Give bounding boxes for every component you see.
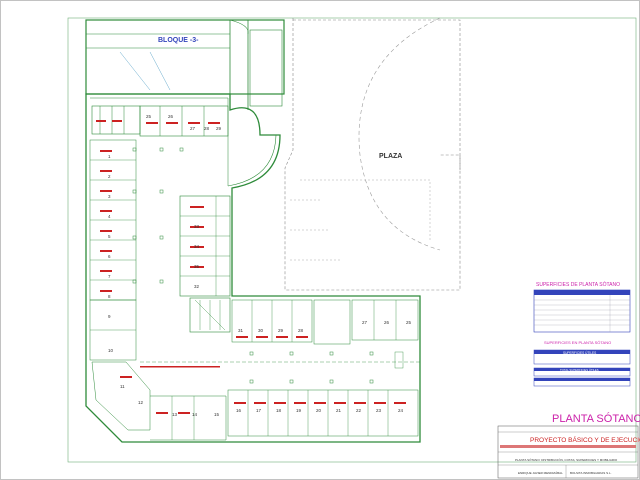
client-name: BOLSITA INMOBILIARIAS S.L.: [570, 471, 612, 475]
bay-number: 31: [238, 328, 244, 333]
bay-number: 20: [316, 408, 322, 413]
block-label: BLOQUE -3-: [158, 37, 199, 44]
bay-number: 35: [194, 264, 200, 269]
bay-number: 10: [108, 348, 114, 353]
bay-number: 14: [192, 412, 198, 417]
bay-number: 26: [168, 114, 174, 119]
bay-number: 11: [120, 384, 125, 389]
bay-number: 13: [172, 412, 178, 417]
bay-number: 29: [216, 126, 222, 131]
bay-number: 25: [146, 114, 152, 119]
bay-number: 24: [398, 408, 404, 413]
surfaces-title: SUPERFICIES DE PLANTA SÓTANO: [536, 281, 620, 288]
sheet-title: PLANTA SÓTANO: [552, 412, 640, 425]
bay-number: 30: [258, 328, 264, 333]
bay-number: 32: [194, 284, 200, 289]
bay-number: 16: [236, 408, 242, 413]
bay-number: 26: [384, 320, 390, 325]
surfaces-subtitle: SUPERFICIES EN PLANTA SÓTANO: [544, 340, 611, 345]
bay-number: 22: [356, 408, 362, 413]
bay-number: 25: [406, 320, 412, 325]
bay-number: 18: [276, 408, 282, 413]
floor-plan-drawing: PLAZA BLOQUE -3- 25 26 27 28 29 1 2 3 4 …: [0, 0, 640, 480]
bay-number: 34: [194, 244, 200, 249]
bay-number: 12: [138, 400, 144, 405]
bay-number: 15: [214, 412, 220, 417]
bay-number: 28: [204, 126, 210, 131]
project-title: PROYECTO BÁSICO Y DE EJECUCIÓN: [530, 435, 640, 444]
bay-number: 28: [298, 328, 304, 333]
bay-number: 27: [362, 320, 368, 325]
bay-number: 33: [194, 224, 200, 229]
bay-number: 17: [256, 408, 262, 413]
bay-number: 21: [336, 408, 342, 413]
plaza-label: PLAZA: [379, 153, 402, 160]
surfaces-subtitle-3: TOTAL SUPERFICIES ÚTILES: [560, 367, 599, 372]
bay-number: 19: [296, 408, 302, 413]
surfaces-subtitle-2: SUPERFICIES ÚTILES: [563, 350, 596, 355]
bay-number: 29: [278, 328, 284, 333]
sheet-subtitle: PLANTA SÓTANO: DISTRIBUCIÓN, COTAS, SUPE…: [515, 457, 618, 462]
bay-number: 27: [190, 126, 196, 131]
author-name: ENRIQUE JAVIER MENDIZÁBAL: [518, 471, 563, 475]
bay-number: 23: [376, 408, 382, 413]
